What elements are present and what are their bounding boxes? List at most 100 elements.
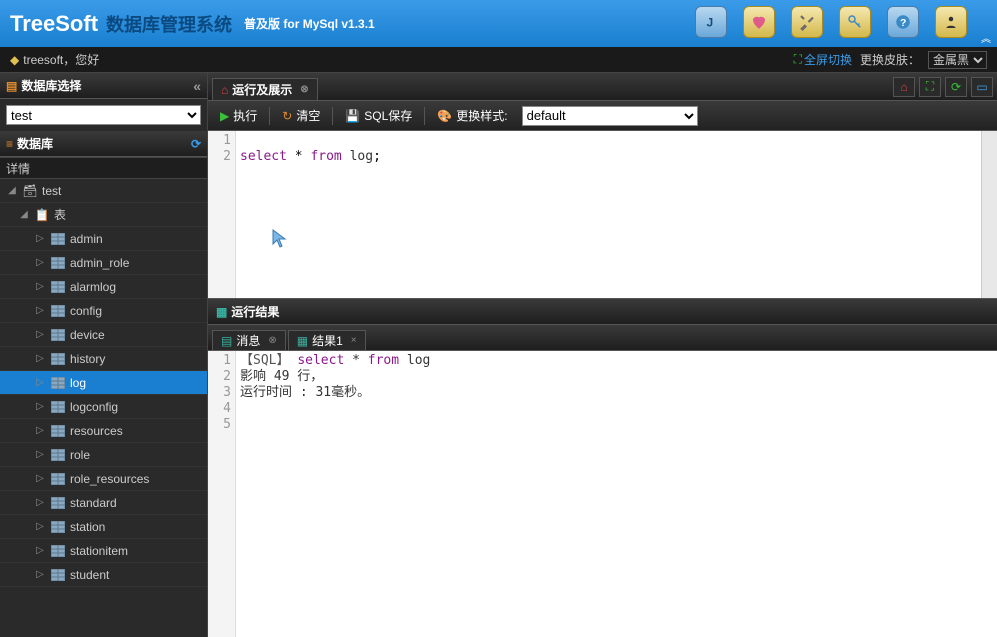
skin-label: 更换皮肤：	[860, 51, 920, 68]
grid-icon: ▦	[297, 334, 308, 348]
tab-messages[interactable]: ▤ 消息 ⊗	[212, 330, 286, 350]
home-icon: ⌂	[900, 80, 907, 94]
results-text: 【SQL】 select * from log影响 49 行，运行时间 : 31…	[236, 351, 997, 637]
editor-scrollbar[interactable]	[981, 131, 997, 298]
caret-icon[interactable]: ◢	[6, 185, 18, 196]
tree-table-standard[interactable]: ▷standard	[0, 491, 207, 515]
db-select-title: 数据库选择	[21, 77, 81, 94]
caret-icon[interactable]: ▷	[34, 233, 46, 244]
caret-icon[interactable]: ▷	[34, 353, 46, 364]
header-icon-j[interactable]: J	[695, 6, 727, 38]
tab-close-icon[interactable]: ×	[351, 335, 357, 346]
heart-icon[interactable]	[743, 6, 775, 38]
tree-table-log[interactable]: ▷log	[0, 371, 207, 395]
tree-table-admin_role[interactable]: ▷admin_role	[0, 251, 207, 275]
tree-table-logconfig[interactable]: ▷logconfig	[0, 395, 207, 419]
sidebar: ▤ 数据库选择 « test ≡ 数据库 ⟳ 详情 ◢🗃test◢📋表▷admi…	[0, 73, 208, 637]
sql-toolbar: ▶执行 ↻ 清空 💾SQL保存 🎨更换样式: default	[208, 101, 997, 131]
style-button[interactable]: 🎨更换样式:	[431, 105, 513, 126]
separator	[424, 107, 425, 125]
refresh-button[interactable]: ⟳	[945, 77, 967, 97]
style-label: 更换样式:	[456, 107, 507, 124]
tree-table-role[interactable]: ▷role	[0, 443, 207, 467]
caret-icon[interactable]: ◢	[18, 209, 30, 220]
tab-run-display[interactable]: ⌂ 运行及展示 ⊗	[212, 78, 318, 100]
caret-icon[interactable]: ▷	[34, 569, 46, 580]
table-icon	[50, 256, 66, 270]
help-icon[interactable]: ?	[887, 6, 919, 38]
expand-icon[interactable]: ︽	[981, 30, 991, 45]
caret-icon[interactable]: ▷	[34, 425, 46, 436]
refresh-icon[interactable]: ⟳	[191, 137, 201, 151]
caret-icon[interactable]: ▷	[34, 305, 46, 316]
tree-table-stationitem[interactable]: ▷stationitem	[0, 539, 207, 563]
caret-icon[interactable]: ▷	[34, 473, 46, 484]
user-icon[interactable]	[935, 6, 967, 38]
caret-icon[interactable]: ▷	[34, 449, 46, 460]
tab-pin-icon[interactable]: ⊗	[268, 335, 276, 346]
svg-text:?: ?	[900, 17, 906, 29]
svg-text:J: J	[707, 16, 714, 30]
tree-table-device[interactable]: ▷device	[0, 323, 207, 347]
home-button[interactable]: ⌂	[893, 77, 915, 97]
tree-table-admin[interactable]: ▷admin	[0, 227, 207, 251]
tree-table-student[interactable]: ▷student	[0, 563, 207, 587]
editor-code[interactable]: select * from log;	[236, 131, 981, 298]
tools-icon[interactable]	[791, 6, 823, 38]
style-select[interactable]: default	[522, 106, 698, 126]
caret-icon[interactable]: ▷	[34, 281, 46, 292]
tree-table-history[interactable]: ▷history	[0, 347, 207, 371]
fullscreen-button[interactable]: ⛶	[919, 77, 941, 97]
detail-label: 详情	[6, 160, 30, 177]
database-icon: 🗃	[22, 184, 38, 198]
table-icon	[50, 448, 66, 462]
caret-icon[interactable]: ▷	[34, 521, 46, 532]
caret-icon[interactable]: ▷	[34, 545, 46, 556]
window-button[interactable]: ▭	[971, 77, 993, 97]
tree-table-role_resources[interactable]: ▷role_resources	[0, 467, 207, 491]
results-title: 运行结果	[231, 303, 279, 320]
tree-root[interactable]: ◢🗃test	[0, 179, 207, 203]
tab-messages-label: 消息	[236, 332, 260, 349]
run-button[interactable]: ▶执行	[214, 105, 263, 126]
caret-icon[interactable]: ▷	[34, 329, 46, 340]
tree-table-station[interactable]: ▷station	[0, 515, 207, 539]
table-icon	[50, 496, 66, 510]
tab-result1-label: 结果1	[312, 332, 343, 349]
tree-table-config[interactable]: ▷config	[0, 299, 207, 323]
caret-icon[interactable]: ▷	[34, 377, 46, 388]
header-icon-bar: J ?	[695, 6, 967, 38]
results-icon: ▦	[216, 305, 227, 319]
user-badge-icon: ◆	[10, 53, 19, 67]
clear-label: 清空	[296, 107, 320, 124]
results-gutter: 12345	[208, 351, 236, 637]
editor-gutter: 12	[208, 131, 236, 298]
tree-table-resources[interactable]: ▷resources	[0, 419, 207, 443]
save-button[interactable]: 💾SQL保存	[339, 105, 418, 126]
tab-result1[interactable]: ▦ 结果1 ×	[288, 330, 366, 350]
fullscreen-toggle[interactable]: ⛶ 全屏切换	[794, 51, 852, 68]
tab-pin-icon[interactable]: ⊗	[300, 84, 308, 95]
brand-title: 数据库管理系统	[106, 11, 232, 37]
table-icon	[50, 232, 66, 246]
version-label: 普及版 for MySql v1.3.1	[244, 15, 375, 32]
separator	[332, 107, 333, 125]
tree-table-alarmlog[interactable]: ▷alarmlog	[0, 275, 207, 299]
skin-select[interactable]: 金属黑	[928, 51, 987, 69]
database-icon: ≡	[6, 137, 13, 151]
fullscreen-icon: ⛶	[926, 79, 934, 94]
clear-icon: ↻	[282, 109, 292, 123]
caret-icon[interactable]: ▷	[34, 257, 46, 268]
table-icon	[50, 472, 66, 486]
collapse-icon[interactable]: «	[193, 78, 201, 94]
table-icon	[50, 304, 66, 318]
table-icon	[50, 568, 66, 582]
db-select-header: ▤ 数据库选择 «	[0, 73, 207, 99]
tree-tables-folder[interactable]: ◢📋表	[0, 203, 207, 227]
key-icon[interactable]	[839, 6, 871, 38]
caret-icon[interactable]: ▷	[34, 401, 46, 412]
clear-button[interactable]: ↻ 清空	[276, 105, 326, 126]
caret-icon[interactable]: ▷	[34, 497, 46, 508]
database-select[interactable]: test	[6, 105, 201, 125]
sql-editor[interactable]: 12 select * from log;	[208, 131, 997, 299]
